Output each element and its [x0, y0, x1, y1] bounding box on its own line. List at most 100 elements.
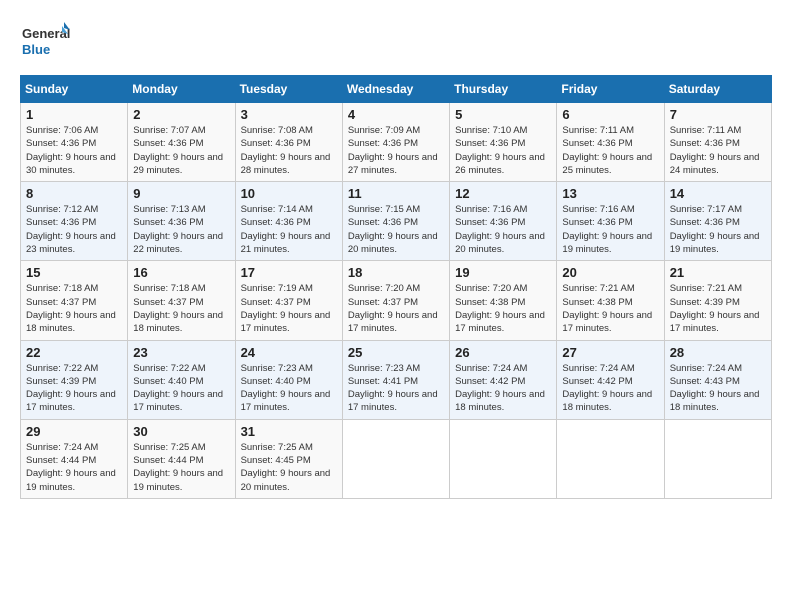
day-number: 26 — [455, 345, 551, 360]
day-number: 21 — [670, 265, 766, 280]
day-info: Sunrise: 7:25 AM Sunset: 4:44 PM Dayligh… — [133, 441, 229, 494]
calendar-day-21: 21 Sunrise: 7:21 AM Sunset: 4:39 PM Dayl… — [664, 261, 771, 340]
day-info: Sunrise: 7:12 AM Sunset: 4:36 PM Dayligh… — [26, 203, 122, 256]
calendar-day-11: 11 Sunrise: 7:15 AM Sunset: 4:36 PM Dayl… — [342, 182, 449, 261]
calendar-day-7: 7 Sunrise: 7:11 AM Sunset: 4:36 PM Dayli… — [664, 103, 771, 182]
page-header: General Blue — [20, 20, 772, 65]
weekday-header-monday: Monday — [128, 76, 235, 103]
calendar-day-24: 24 Sunrise: 7:23 AM Sunset: 4:40 PM Dayl… — [235, 340, 342, 419]
calendar-week-3: 15 Sunrise: 7:18 AM Sunset: 4:37 PM Dayl… — [21, 261, 772, 340]
day-number: 7 — [670, 107, 766, 122]
day-number: 27 — [562, 345, 658, 360]
day-info: Sunrise: 7:20 AM Sunset: 4:38 PM Dayligh… — [455, 282, 551, 335]
calendar-week-4: 22 Sunrise: 7:22 AM Sunset: 4:39 PM Dayl… — [21, 340, 772, 419]
calendar-day-16: 16 Sunrise: 7:18 AM Sunset: 4:37 PM Dayl… — [128, 261, 235, 340]
day-info: Sunrise: 7:24 AM Sunset: 4:44 PM Dayligh… — [26, 441, 122, 494]
day-info: Sunrise: 7:10 AM Sunset: 4:36 PM Dayligh… — [455, 124, 551, 177]
weekday-header-row: SundayMondayTuesdayWednesdayThursdayFrid… — [21, 76, 772, 103]
calendar-day-empty — [557, 419, 664, 498]
calendar-day-4: 4 Sunrise: 7:09 AM Sunset: 4:36 PM Dayli… — [342, 103, 449, 182]
calendar-day-26: 26 Sunrise: 7:24 AM Sunset: 4:42 PM Dayl… — [450, 340, 557, 419]
calendar-day-13: 13 Sunrise: 7:16 AM Sunset: 4:36 PM Dayl… — [557, 182, 664, 261]
day-number: 12 — [455, 186, 551, 201]
calendar-day-8: 8 Sunrise: 7:12 AM Sunset: 4:36 PM Dayli… — [21, 182, 128, 261]
day-info: Sunrise: 7:24 AM Sunset: 4:43 PM Dayligh… — [670, 362, 766, 415]
calendar-week-1: 1 Sunrise: 7:06 AM Sunset: 4:36 PM Dayli… — [21, 103, 772, 182]
calendar-day-empty — [342, 419, 449, 498]
weekday-header-tuesday: Tuesday — [235, 76, 342, 103]
logo: General Blue — [20, 20, 70, 65]
calendar-day-3: 3 Sunrise: 7:08 AM Sunset: 4:36 PM Dayli… — [235, 103, 342, 182]
calendar-day-31: 31 Sunrise: 7:25 AM Sunset: 4:45 PM Dayl… — [235, 419, 342, 498]
day-number: 3 — [241, 107, 337, 122]
calendar-day-empty — [450, 419, 557, 498]
day-number: 20 — [562, 265, 658, 280]
day-number: 17 — [241, 265, 337, 280]
weekday-header-thursday: Thursday — [450, 76, 557, 103]
day-info: Sunrise: 7:23 AM Sunset: 4:40 PM Dayligh… — [241, 362, 337, 415]
calendar-table: SundayMondayTuesdayWednesdayThursdayFrid… — [20, 75, 772, 499]
day-info: Sunrise: 7:06 AM Sunset: 4:36 PM Dayligh… — [26, 124, 122, 177]
day-number: 23 — [133, 345, 229, 360]
day-info: Sunrise: 7:22 AM Sunset: 4:40 PM Dayligh… — [133, 362, 229, 415]
calendar-day-20: 20 Sunrise: 7:21 AM Sunset: 4:38 PM Dayl… — [557, 261, 664, 340]
calendar-day-10: 10 Sunrise: 7:14 AM Sunset: 4:36 PM Dayl… — [235, 182, 342, 261]
day-info: Sunrise: 7:18 AM Sunset: 4:37 PM Dayligh… — [133, 282, 229, 335]
day-number: 2 — [133, 107, 229, 122]
day-info: Sunrise: 7:24 AM Sunset: 4:42 PM Dayligh… — [562, 362, 658, 415]
day-number: 13 — [562, 186, 658, 201]
day-info: Sunrise: 7:16 AM Sunset: 4:36 PM Dayligh… — [455, 203, 551, 256]
day-number: 30 — [133, 424, 229, 439]
day-info: Sunrise: 7:13 AM Sunset: 4:36 PM Dayligh… — [133, 203, 229, 256]
day-number: 8 — [26, 186, 122, 201]
calendar-day-15: 15 Sunrise: 7:18 AM Sunset: 4:37 PM Dayl… — [21, 261, 128, 340]
calendar-day-2: 2 Sunrise: 7:07 AM Sunset: 4:36 PM Dayli… — [128, 103, 235, 182]
day-number: 16 — [133, 265, 229, 280]
calendar-week-5: 29 Sunrise: 7:24 AM Sunset: 4:44 PM Dayl… — [21, 419, 772, 498]
calendar-day-28: 28 Sunrise: 7:24 AM Sunset: 4:43 PM Dayl… — [664, 340, 771, 419]
day-number: 24 — [241, 345, 337, 360]
calendar-day-12: 12 Sunrise: 7:16 AM Sunset: 4:36 PM Dayl… — [450, 182, 557, 261]
calendar-day-23: 23 Sunrise: 7:22 AM Sunset: 4:40 PM Dayl… — [128, 340, 235, 419]
calendar-day-14: 14 Sunrise: 7:17 AM Sunset: 4:36 PM Dayl… — [664, 182, 771, 261]
day-info: Sunrise: 7:14 AM Sunset: 4:36 PM Dayligh… — [241, 203, 337, 256]
calendar-day-25: 25 Sunrise: 7:23 AM Sunset: 4:41 PM Dayl… — [342, 340, 449, 419]
calendar-week-2: 8 Sunrise: 7:12 AM Sunset: 4:36 PM Dayli… — [21, 182, 772, 261]
day-number: 31 — [241, 424, 337, 439]
day-info: Sunrise: 7:08 AM Sunset: 4:36 PM Dayligh… — [241, 124, 337, 177]
calendar-day-18: 18 Sunrise: 7:20 AM Sunset: 4:37 PM Dayl… — [342, 261, 449, 340]
weekday-header-sunday: Sunday — [21, 76, 128, 103]
calendar-day-30: 30 Sunrise: 7:25 AM Sunset: 4:44 PM Dayl… — [128, 419, 235, 498]
logo-svg: General Blue — [20, 20, 70, 65]
day-info: Sunrise: 7:11 AM Sunset: 4:36 PM Dayligh… — [670, 124, 766, 177]
calendar-day-9: 9 Sunrise: 7:13 AM Sunset: 4:36 PM Dayli… — [128, 182, 235, 261]
calendar-day-17: 17 Sunrise: 7:19 AM Sunset: 4:37 PM Dayl… — [235, 261, 342, 340]
day-info: Sunrise: 7:19 AM Sunset: 4:37 PM Dayligh… — [241, 282, 337, 335]
day-info: Sunrise: 7:25 AM Sunset: 4:45 PM Dayligh… — [241, 441, 337, 494]
day-number: 28 — [670, 345, 766, 360]
day-info: Sunrise: 7:21 AM Sunset: 4:39 PM Dayligh… — [670, 282, 766, 335]
day-info: Sunrise: 7:24 AM Sunset: 4:42 PM Dayligh… — [455, 362, 551, 415]
calendar-day-27: 27 Sunrise: 7:24 AM Sunset: 4:42 PM Dayl… — [557, 340, 664, 419]
calendar-day-empty — [664, 419, 771, 498]
day-number: 6 — [562, 107, 658, 122]
day-info: Sunrise: 7:23 AM Sunset: 4:41 PM Dayligh… — [348, 362, 444, 415]
calendar-day-19: 19 Sunrise: 7:20 AM Sunset: 4:38 PM Dayl… — [450, 261, 557, 340]
weekday-header-friday: Friday — [557, 76, 664, 103]
calendar-day-1: 1 Sunrise: 7:06 AM Sunset: 4:36 PM Dayli… — [21, 103, 128, 182]
calendar-day-22: 22 Sunrise: 7:22 AM Sunset: 4:39 PM Dayl… — [21, 340, 128, 419]
day-number: 10 — [241, 186, 337, 201]
day-number: 5 — [455, 107, 551, 122]
weekday-header-wednesday: Wednesday — [342, 76, 449, 103]
svg-text:Blue: Blue — [22, 42, 50, 57]
day-info: Sunrise: 7:16 AM Sunset: 4:36 PM Dayligh… — [562, 203, 658, 256]
day-info: Sunrise: 7:17 AM Sunset: 4:36 PM Dayligh… — [670, 203, 766, 256]
day-number: 18 — [348, 265, 444, 280]
calendar-day-29: 29 Sunrise: 7:24 AM Sunset: 4:44 PM Dayl… — [21, 419, 128, 498]
day-number: 25 — [348, 345, 444, 360]
day-info: Sunrise: 7:20 AM Sunset: 4:37 PM Dayligh… — [348, 282, 444, 335]
day-number: 15 — [26, 265, 122, 280]
day-number: 19 — [455, 265, 551, 280]
weekday-header-saturday: Saturday — [664, 76, 771, 103]
day-info: Sunrise: 7:11 AM Sunset: 4:36 PM Dayligh… — [562, 124, 658, 177]
